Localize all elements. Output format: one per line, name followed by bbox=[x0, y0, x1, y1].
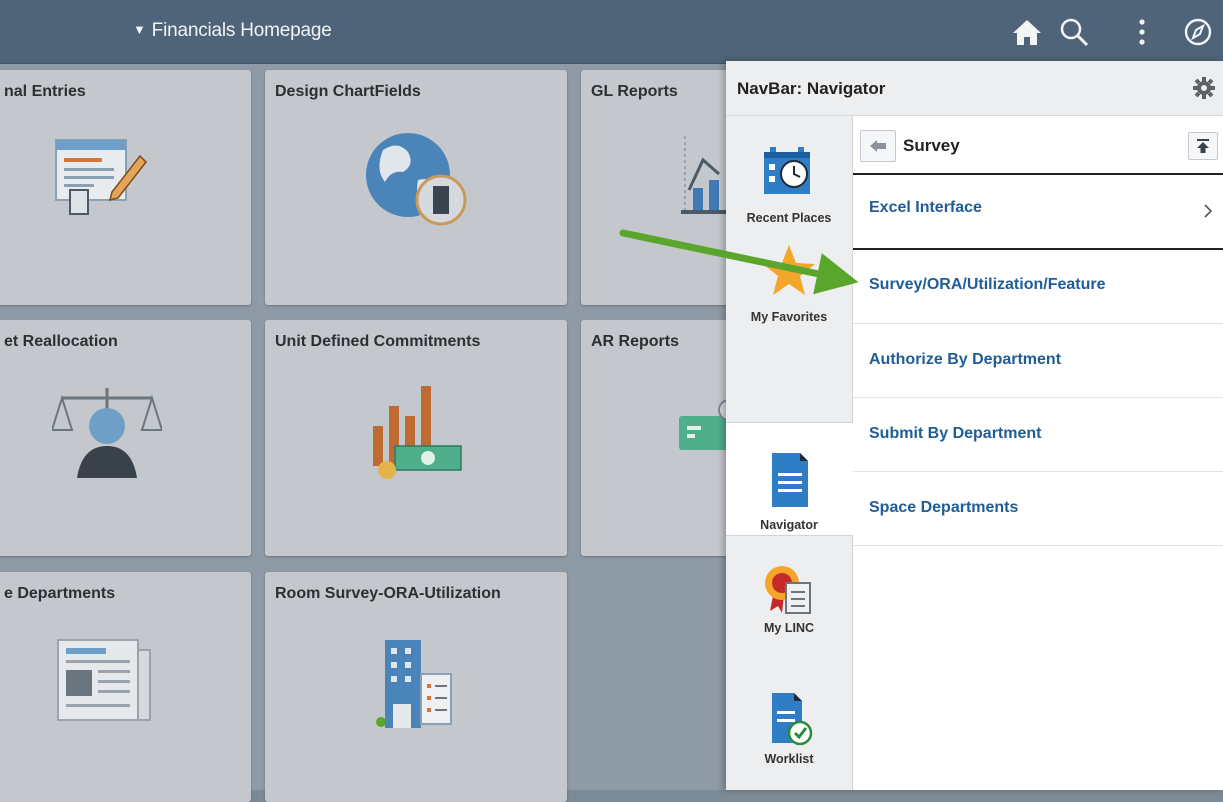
rail-item-my-favorites[interactable]: My Favorites bbox=[726, 230, 852, 342]
star-icon bbox=[763, 245, 815, 295]
calendar-clock-icon bbox=[764, 147, 810, 194]
ribbon-document-icon bbox=[765, 566, 811, 614]
tile-design-chartfields[interactable]: Design ChartFields bbox=[265, 70, 567, 305]
homepage-header: ▼ Financials Homepage bbox=[0, 0, 1223, 64]
navbar-header: NavBar: Navigator bbox=[726, 61, 1223, 116]
rail-label: My Favorites bbox=[750, 310, 828, 324]
navigator-content: Survey Excel Interface Survey/ORA/Utiliz… bbox=[853, 116, 1223, 790]
rail-label: Recent Places bbox=[746, 211, 832, 225]
navbar-title: NavBar: Navigator bbox=[737, 79, 886, 98]
tile-journal-entries[interactable]: nal Entries bbox=[0, 70, 251, 305]
rail-item-my-linc[interactable]: My LINC bbox=[726, 541, 852, 653]
menu-item-survey-ora[interactable]: Survey/ORA/Utilization/Feature bbox=[853, 250, 1223, 324]
tile-room-survey[interactable]: Room Survey-ORA-Utilization bbox=[265, 572, 567, 802]
bar-chart-money-icon bbox=[373, 386, 462, 479]
back-arrow-icon bbox=[870, 140, 886, 152]
tile-title: AR Reports bbox=[591, 333, 680, 350]
homepage-selector[interactable]: ▼ Financials Homepage bbox=[133, 20, 332, 42]
worklist-check-icon bbox=[772, 693, 813, 746]
go-to-top-icon bbox=[1197, 139, 1209, 153]
homepage-title: Financials Homepage bbox=[151, 20, 332, 41]
scales-person-icon bbox=[52, 388, 162, 478]
tiles-area: nal Entries Design ChartFields GL Report… bbox=[0, 64, 741, 802]
rail-item-navigator[interactable]: Navigator bbox=[726, 422, 853, 536]
tile-title: Unit Defined Commitments bbox=[275, 333, 481, 350]
building-list-icon bbox=[376, 640, 452, 728]
actions-menu-icon[interactable] bbox=[1124, 14, 1160, 50]
navbar-panel: NavBar: Navigator Recent Places My Favor… bbox=[726, 61, 1223, 790]
tile-title: et Reallocation bbox=[4, 333, 118, 350]
navigate-top-button[interactable] bbox=[1188, 132, 1218, 160]
menu-item-submit-by-department[interactable]: Submit By Department bbox=[853, 398, 1223, 472]
menu-label: Excel Interface bbox=[869, 199, 982, 216]
newspaper-icon bbox=[57, 639, 151, 721]
tile-space-departments[interactable]: e Departments bbox=[0, 572, 251, 802]
menu-label: Submit By Department bbox=[869, 425, 1042, 442]
rail-item-recent-places[interactable]: Recent Places bbox=[726, 116, 852, 228]
tile-gl-reports[interactable]: GL Reports bbox=[581, 70, 741, 305]
menu-label: Authorize By Department bbox=[869, 351, 1062, 368]
home-icon[interactable] bbox=[1009, 14, 1045, 50]
menu-item-authorize-by-department[interactable]: Authorize By Department bbox=[853, 324, 1223, 398]
rail-label: Worklist bbox=[764, 752, 814, 766]
menu-label: Survey/ORA/Utilization/Feature bbox=[869, 276, 1106, 293]
tile-title: e Departments bbox=[4, 585, 116, 602]
menu-item-excel-interface[interactable]: Excel Interface bbox=[853, 175, 1223, 250]
back-button[interactable] bbox=[860, 130, 896, 162]
tile-title: Design ChartFields bbox=[275, 83, 421, 100]
tile-title: GL Reports bbox=[591, 83, 678, 100]
gear-icon[interactable] bbox=[1193, 77, 1215, 99]
rail-label: My LINC bbox=[764, 621, 814, 635]
breadcrumb-title: Survey bbox=[903, 136, 960, 155]
navbar-rail: Recent Places My Favorites Navigator My … bbox=[726, 116, 853, 790]
globe-building-icon bbox=[366, 133, 467, 226]
journal-entry-icon bbox=[55, 139, 147, 215]
rail-label: Navigator bbox=[760, 518, 818, 532]
document-icon bbox=[772, 453, 808, 507]
menu-label: Space Departments bbox=[869, 499, 1019, 516]
tile-unit-defined-commitments[interactable]: Unit Defined Commitments bbox=[265, 320, 567, 556]
breadcrumb: Survey bbox=[853, 116, 1223, 175]
tile-ar-reports[interactable]: AR Reports bbox=[581, 320, 741, 556]
caret-down-icon: ▼ bbox=[133, 22, 146, 37]
chevron-right-icon bbox=[1204, 204, 1213, 218]
search-icon[interactable] bbox=[1056, 14, 1092, 50]
menu-item-space-departments[interactable]: Space Departments bbox=[853, 472, 1223, 546]
navbar-compass-icon[interactable] bbox=[1180, 14, 1216, 50]
tile-budget-reallocation[interactable]: et Reallocation bbox=[0, 320, 251, 556]
tile-title: nal Entries bbox=[4, 83, 86, 100]
rail-item-worklist[interactable]: Worklist bbox=[726, 671, 852, 783]
tile-title: Room Survey-ORA-Utilization bbox=[275, 585, 501, 602]
